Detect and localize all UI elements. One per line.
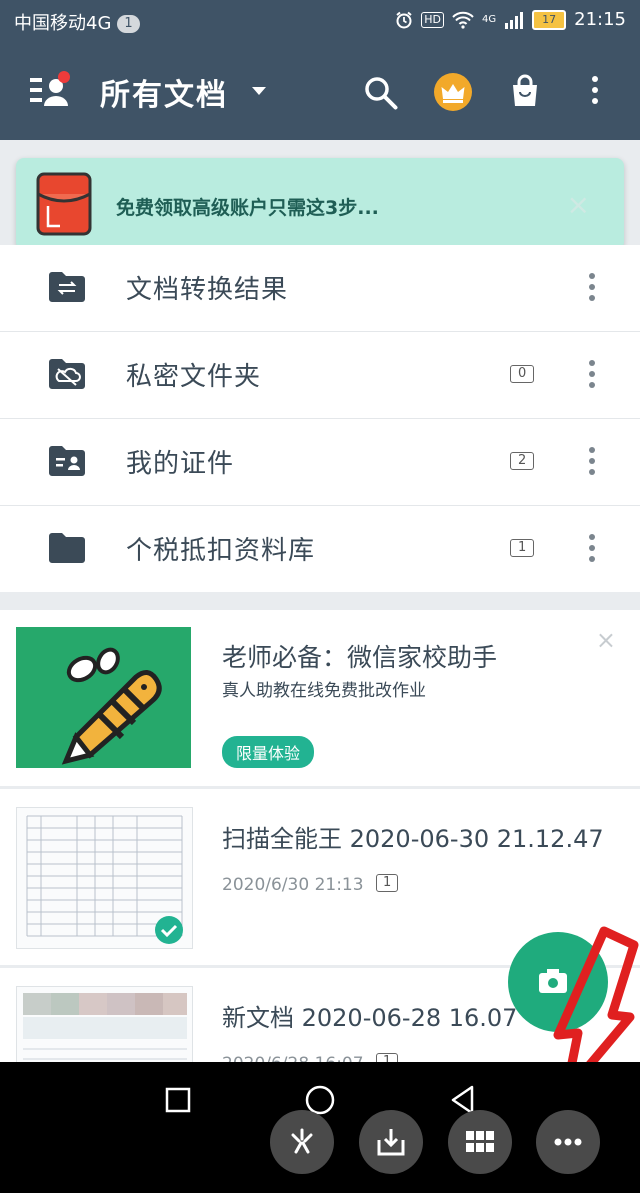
document-date: 2020/6/30 21:13: [222, 875, 364, 895]
document-thumbnail: [16, 986, 193, 1070]
folder-count-badge: 1: [510, 539, 535, 557]
blurred-document-image: [23, 993, 187, 1060]
promo-banner[interactable]: 免费领取高级账户只需这3步... ×: [16, 158, 624, 250]
chevron-down-icon[interactable]: [252, 87, 266, 95]
more-button[interactable]: [536, 1110, 600, 1174]
shopping-bag-icon[interactable]: [510, 74, 540, 108]
convert-folder-icon: [49, 272, 85, 302]
page-count-badge: 1: [376, 874, 399, 892]
close-icon[interactable]: ×: [596, 626, 616, 654]
folder-icon: [49, 533, 85, 563]
more-options-icon[interactable]: [589, 447, 595, 480]
more-options-icon[interactable]: [589, 534, 595, 567]
scanned-table-image: [26, 815, 183, 944]
apps-grid-button[interactable]: [448, 1110, 512, 1174]
document-name: 扫描全能王 2020-06-30 21.12.47: [222, 825, 604, 853]
folder-count-badge: 2: [510, 452, 535, 470]
folder-item[interactable]: 文档转换结果: [0, 245, 640, 332]
sparkle-icon: [291, 1128, 313, 1154]
ad-image: [16, 627, 191, 768]
folder-item[interactable]: 个税抵扣资料库 1: [0, 506, 640, 592]
download-icon: [377, 1129, 405, 1156]
more-options-icon[interactable]: [592, 76, 598, 109]
network-type: 4G: [482, 14, 497, 25]
more-options-icon[interactable]: [589, 273, 595, 306]
folder-count-badge: 0: [510, 365, 535, 383]
assistant-button[interactable]: [270, 1110, 334, 1174]
battery-icon: 17: [532, 9, 567, 30]
ad-subtitle: 真人助教在线免费批改作业: [222, 681, 426, 701]
folder-item[interactable]: 私密文件夹 0: [0, 332, 640, 419]
private-folder-icon: [49, 359, 85, 389]
ad-card[interactable]: 老师必备：微信家校助手 真人助教在线免费批改作业 限量体验 ×: [0, 610, 640, 786]
wifi-icon: [452, 11, 474, 29]
status-bar: 中国移动4G 1 HD 4G 17 21:15: [0, 0, 640, 40]
search-icon[interactable]: [364, 76, 398, 110]
sim-badge: 1: [117, 15, 140, 33]
hd-icon: HD: [421, 11, 444, 28]
folder-list: 文档转换结果 私密文件夹 0 我的证件 2 个税抵扣资料库 1: [0, 245, 640, 592]
close-icon[interactable]: ×: [567, 188, 590, 221]
red-envelope-icon: [36, 172, 92, 236]
ad-title: 老师必备：微信家校助手: [222, 643, 498, 672]
id-folder-icon: [49, 446, 85, 476]
status-icons: HD 4G 17 21:15: [395, 9, 626, 30]
download-button[interactable]: [359, 1110, 423, 1174]
folder-name: 个税抵扣资料库: [126, 536, 316, 566]
folder-item[interactable]: 我的证件 2: [0, 419, 640, 506]
bee-pencil-icon: [61, 647, 162, 765]
folder-name: 我的证件: [126, 449, 235, 479]
carrier-info: 中国移动4G 1: [14, 9, 140, 35]
ad-cta-button[interactable]: 限量体验: [222, 736, 315, 768]
account-menu-icon[interactable]: [28, 70, 74, 110]
more-options-icon[interactable]: [589, 360, 595, 393]
signal-icon: [505, 11, 524, 29]
document-name: 新文档 2020-06-28 16.07: [222, 1004, 518, 1032]
alarm-icon: [396, 11, 412, 28]
clock: 21:15: [574, 9, 626, 30]
crown-premium-icon[interactable]: [433, 72, 473, 112]
app-header: 所有文档: [0, 40, 640, 140]
ellipsis-icon: [554, 1138, 582, 1146]
document-thumbnail: [16, 807, 193, 949]
folder-name: 私密文件夹: [126, 362, 262, 392]
system-nav-bar: [0, 1062, 640, 1193]
grid-icon: [466, 1131, 494, 1152]
page-title[interactable]: 所有文档: [100, 70, 228, 114]
folder-name: 文档转换结果: [126, 275, 289, 305]
carrier-label: 中国移动4G: [14, 13, 112, 34]
promo-text: 免费领取高级账户只需这3步...: [116, 197, 379, 219]
recent-apps-icon[interactable]: [164, 1086, 192, 1114]
